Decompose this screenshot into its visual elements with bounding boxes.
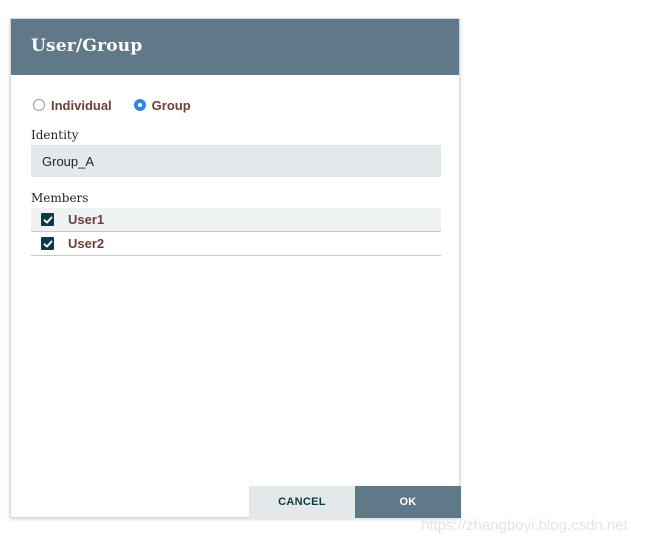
radio-checked-icon[interactable] [133,99,146,111]
user-group-dialog: User/Group Individual Group Identity Mem… [10,18,461,518]
dialog-header: User/Group [11,19,459,75]
cancel-button[interactable]: CANCEL [249,486,355,518]
radio-group-label[interactable]: Group [152,98,191,113]
radio-individual[interactable]: Individual [33,98,112,113]
dialog-footer: CANCEL OK [249,486,461,518]
members-list: User1 User2 [31,208,441,256]
identity-input[interactable] [31,145,441,177]
member-row-user1[interactable]: User1 [31,208,441,232]
watermark: https://zhangboyi.blog.csdn.net [421,517,628,534]
member-label[interactable]: User2 [68,236,104,251]
check-icon [43,216,52,223]
type-radio-group: Individual Group [33,96,213,114]
checkbox-checked-icon[interactable] [41,237,54,250]
checkbox-checked-icon[interactable] [41,213,54,226]
radio-unchecked-icon[interactable] [33,99,45,111]
radio-individual-label[interactable]: Individual [51,98,112,113]
radio-group[interactable]: Group [133,98,191,113]
page: User/Group Individual Group Identity Mem… [0,0,649,544]
check-icon [43,240,52,247]
ok-button[interactable]: OK [355,486,461,518]
dialog-title: User/Group [31,36,143,56]
member-row-user2[interactable]: User2 [31,232,441,256]
members-label: Members [31,191,89,205]
member-label[interactable]: User1 [68,212,104,227]
identity-label: Identity [31,128,79,142]
